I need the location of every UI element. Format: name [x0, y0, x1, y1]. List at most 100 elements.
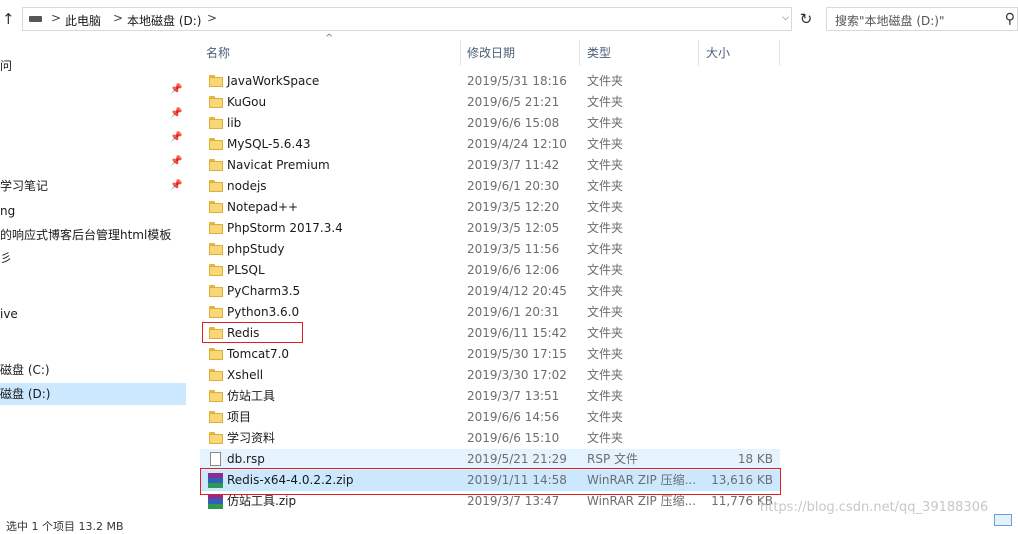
file-modified-date: 2019/6/1 20:31 — [467, 305, 560, 319]
pin-icon[interactable]: 📌 — [170, 108, 182, 119]
file-modified-date: 2019/3/30 17:02 — [467, 368, 567, 382]
breadcrumb-drive-d[interactable]: 本地磁盘 (D:) — [127, 12, 201, 29]
file-modified-date: 2019/4/24 12:10 — [467, 137, 567, 151]
file-type: 文件夹 — [587, 389, 624, 403]
file-row[interactable]: db.rsp 2019/5/21 21:29 RSP 文件 18 KB — [200, 449, 780, 470]
file-name: Navicat Premium — [227, 158, 330, 172]
breadcrumb-separator[interactable]: > — [51, 11, 61, 25]
file-modified-date: 2019/3/5 12:05 — [467, 221, 560, 235]
file-modified-date: 2019/6/6 15:08 — [467, 116, 560, 130]
file-type: 文件夹 — [587, 200, 624, 214]
drive-icon — [29, 16, 42, 22]
file-icon — [210, 452, 221, 466]
pin-icon[interactable]: 📌 — [170, 156, 182, 167]
chevron-down-icon[interactable]: ⌵ — [782, 13, 789, 23]
file-type: 文件夹 — [587, 95, 624, 109]
breadcrumb-separator[interactable]: > — [113, 11, 123, 25]
file-name: Tomcat7.0 — [227, 347, 290, 361]
nav-item-label: 磁盘 (D:) — [0, 387, 51, 401]
file-modified-date: 2019/6/11 15:42 — [467, 326, 567, 340]
column-header-label: 名称 — [206, 46, 231, 60]
status-text: 选中 1 个项目 13.2 MB — [6, 520, 124, 533]
file-row[interactable]: 仿站工具 2019/3/7 13:51 文件夹 — [200, 386, 780, 407]
file-modified-date: 2019/6/5 21:21 — [467, 95, 560, 109]
column-header-name[interactable]: 名称 — [200, 40, 460, 66]
nav-item[interactable]: 彡 — [0, 247, 186, 269]
file-size: 18 KB — [737, 452, 773, 466]
file-type: 文件夹 — [587, 347, 624, 361]
file-type: 文件夹 — [587, 368, 624, 382]
file-name: phpStudy — [227, 242, 285, 256]
file-row[interactable]: Python3.6.0 2019/6/1 20:31 文件夹 — [200, 302, 780, 323]
folder-icon — [209, 306, 223, 318]
nav-item-label: 问 — [0, 59, 13, 73]
refresh-icon[interactable]: ↻ — [796, 8, 816, 30]
column-header-date[interactable]: 修改日期 — [461, 40, 579, 66]
file-type: 文件夹 — [587, 74, 624, 88]
folder-icon — [209, 390, 223, 402]
file-name: PyCharm3.5 — [227, 284, 301, 298]
file-modified-date: 2019/3/5 12:20 — [467, 200, 560, 214]
folder-icon — [209, 369, 223, 381]
address-toolbar: ↑ > 此电脑 > 本地磁盘 (D:) > ⌵ ↻ 搜索"本地磁盘 (D:)" … — [0, 0, 1018, 40]
up-arrow-icon[interactable]: ↑ — [2, 10, 16, 28]
breadcrumb-separator[interactable]: > — [207, 11, 217, 25]
file-row[interactable]: phpStudy 2019/3/5 11:56 文件夹 — [200, 239, 780, 260]
nav-item[interactable]: ng — [0, 200, 186, 222]
file-name: 仿站工具 — [227, 389, 276, 403]
nav-item-study-notes[interactable]: 学习笔记 — [0, 175, 186, 197]
column-header-size[interactable]: 大小 — [699, 40, 779, 66]
file-row[interactable]: PhpStorm 2017.3.4 2019/3/5 12:05 文件夹 — [200, 218, 780, 239]
highlight-box — [202, 322, 303, 343]
search-icon[interactable]: ⚲ — [1005, 11, 1015, 27]
address-bar[interactable]: > 此电脑 > 本地磁盘 (D:) > ⌵ — [22, 7, 792, 31]
file-name: KuGou — [227, 95, 267, 109]
file-row[interactable]: Tomcat7.0 2019/5/30 17:15 文件夹 — [200, 344, 780, 365]
file-name: Xshell — [227, 368, 264, 382]
file-row[interactable]: Navicat Premium 2019/3/7 11:42 文件夹 — [200, 155, 780, 176]
column-header-label: 大小 — [706, 46, 731, 60]
column-header-label: 修改日期 — [467, 46, 516, 60]
nav-item[interactable]: 的响应式博客后台管理html模板 — [0, 224, 186, 246]
nav-item-label: ive — [0, 307, 18, 321]
file-type: 文件夹 — [587, 137, 624, 151]
column-divider[interactable] — [779, 40, 780, 66]
nav-item-onedrive[interactable]: ive — [0, 303, 186, 325]
file-type: 文件夹 — [587, 431, 624, 445]
column-header-type[interactable]: 类型 — [580, 40, 698, 66]
folder-icon — [209, 243, 223, 255]
breadcrumb-this-pc[interactable]: 此电脑 — [65, 12, 101, 29]
file-modified-date: 2019/6/6 12:06 — [467, 263, 560, 277]
file-modified-date: 2019/3/7 11:42 — [467, 158, 560, 172]
file-row[interactable]: MySQL-5.6.43 2019/4/24 12:10 文件夹 — [200, 134, 780, 155]
file-row[interactable]: PyCharm3.5 2019/4/12 20:45 文件夹 — [200, 281, 780, 302]
file-row[interactable]: Xshell 2019/3/30 17:02 文件夹 — [200, 365, 780, 386]
nav-item-label: 的响应式博客后台管理html模板 — [0, 228, 172, 242]
file-name: lib — [227, 116, 242, 130]
folder-icon — [209, 264, 223, 276]
file-row[interactable]: JavaWorkSpace 2019/5/31 18:16 文件夹 — [200, 71, 780, 92]
file-row[interactable]: 学习资料 2019/6/6 15:10 文件夹 — [200, 428, 780, 449]
file-row[interactable]: nodejs 2019/6/1 20:30 文件夹 — [200, 176, 780, 197]
pin-icon[interactable]: 📌 — [170, 132, 182, 143]
nav-item-drive-c[interactable]: 磁盘 (C:) — [0, 359, 186, 381]
file-row[interactable]: 项目 2019/6/6 14:56 文件夹 — [200, 407, 780, 428]
search-input[interactable]: 搜索"本地磁盘 (D:)" ⚲ — [826, 7, 1018, 31]
file-row[interactable]: PLSQL 2019/6/6 12:06 文件夹 — [200, 260, 780, 281]
folder-icon — [209, 159, 223, 171]
nav-item-drive-d[interactable]: 磁盘 (D:) — [0, 383, 186, 405]
status-bar: 选中 1 个项目 13.2 MB — [0, 516, 1018, 533]
pin-icon[interactable]: 📌 — [170, 84, 182, 95]
file-modified-date: 2019/5/21 21:29 — [467, 452, 567, 466]
file-modified-date: 2019/5/31 18:16 — [467, 74, 567, 88]
folder-icon — [209, 285, 223, 297]
file-row[interactable]: lib 2019/6/6 15:08 文件夹 — [200, 113, 780, 134]
file-row[interactable]: KuGou 2019/6/5 21:21 文件夹 — [200, 92, 780, 113]
file-row[interactable]: Notepad++ 2019/3/5 12:20 文件夹 — [200, 197, 780, 218]
file-type: 文件夹 — [587, 116, 624, 130]
file-modified-date: 2019/6/6 14:56 — [467, 410, 560, 424]
details-view-button[interactable] — [994, 514, 1012, 526]
pin-icon[interactable]: 📌 — [170, 180, 182, 191]
nav-item[interactable]: 问 — [0, 55, 186, 77]
file-type: 文件夹 — [587, 326, 624, 340]
